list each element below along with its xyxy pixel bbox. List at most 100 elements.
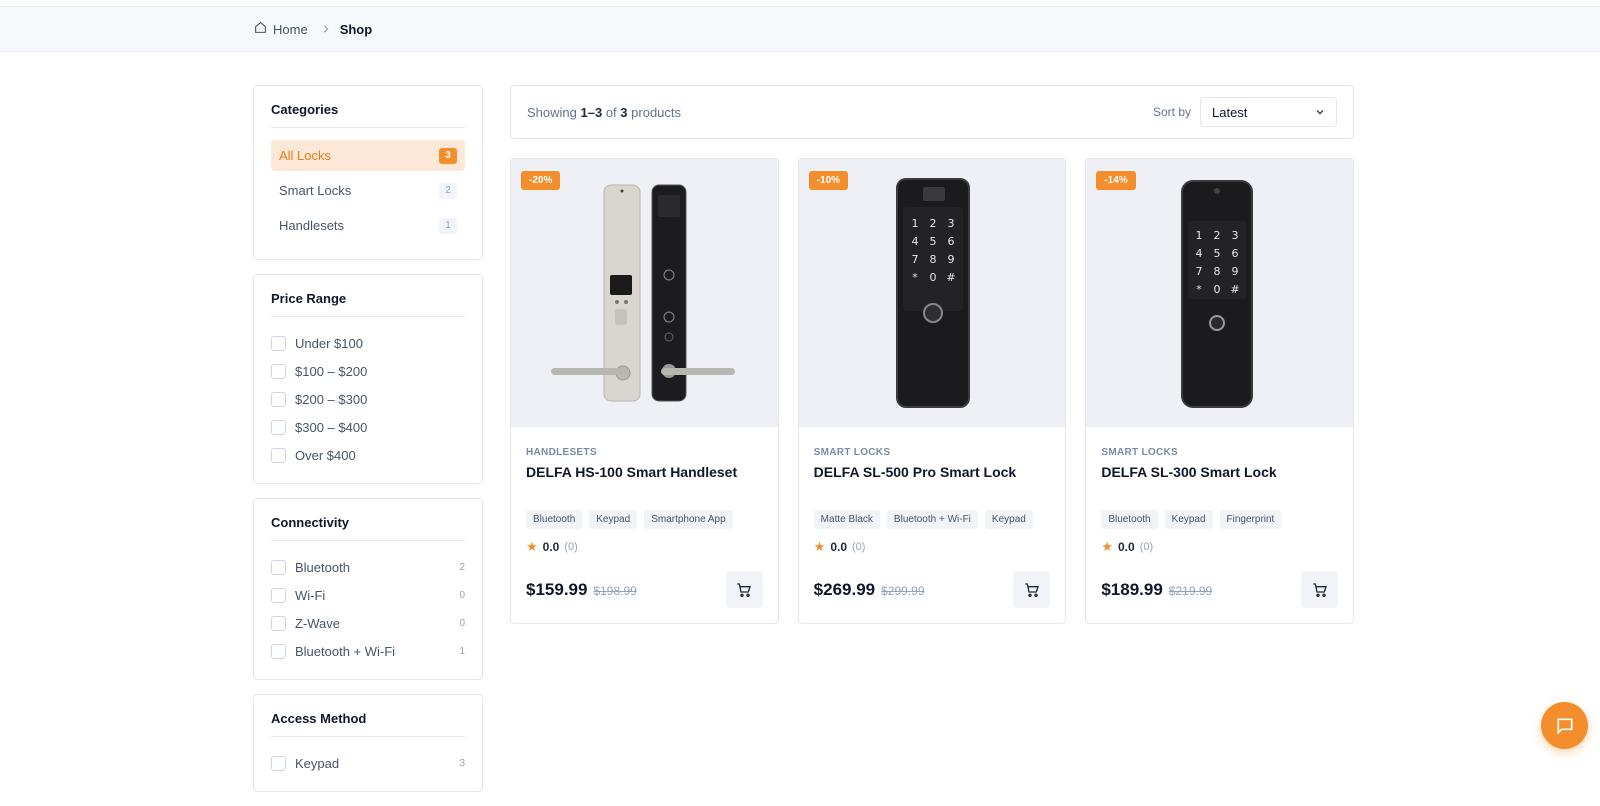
product-category: HANDLESETS	[526, 447, 597, 458]
product-price: $159.99	[526, 579, 588, 599]
connectivity-option-zwave[interactable]: Z-Wave 0	[271, 609, 465, 637]
price-row: $159.99 $198.99	[526, 571, 763, 608]
product-info: HANDLESETS DELFA HS-100 Smart Handleset …	[511, 427, 778, 608]
category-label: All Locks	[279, 148, 332, 163]
checkbox[interactable]	[271, 755, 286, 771]
product-image[interactable]: -10% 1 2 3 4 5 6 7 8 9 * 0 #	[798, 159, 1066, 427]
checkbox[interactable]	[271, 419, 286, 435]
keypad-key: 7	[1196, 265, 1203, 278]
checkbox[interactable]	[271, 559, 286, 575]
checkbox[interactable]	[271, 363, 286, 379]
price-option-200-300[interactable]: $200 – $300	[271, 385, 465, 413]
star-icon: ★	[813, 539, 826, 554]
product-card[interactable]: -14% 1 2 3 4 5 6 7 8 9 * 0 # SMART LOCKS DELFA SL-3…	[1085, 158, 1355, 624]
product-tags: Bluetooth Keypad Smartphone App	[526, 510, 763, 529]
rating-value: 0.0	[830, 540, 848, 554]
review-count: (0)	[852, 541, 866, 553]
discount-badge: -20%	[521, 171, 561, 190]
chat-button[interactable]	[1541, 702, 1588, 749]
add-to-cart-button[interactable]	[725, 571, 763, 608]
product-old-price: $299.99	[881, 583, 925, 598]
smart-lock-pro-image: 1 2 3 4 5 6 7 8 9 * 0 #	[895, 178, 970, 408]
rating-value: 0.0	[542, 540, 560, 554]
category-all-locks[interactable]: All Locks 3	[271, 140, 465, 171]
cart-icon	[1312, 582, 1327, 597]
showing-prefix: Showing	[527, 104, 577, 120]
keypad-key: 4	[1196, 247, 1203, 260]
checkbox[interactable]	[271, 587, 286, 603]
product-grid: -20% HANDLESETS DELFA HS-100 Smart Handl…	[510, 158, 1355, 624]
product-image[interactable]: -14% 1 2 3 4 5 6 7 8 9 * 0 #	[1086, 159, 1354, 427]
breadcrumb-home-link[interactable]: Home	[254, 21, 308, 37]
price-option-100-200[interactable]: $100 – $200	[271, 357, 465, 385]
product-rating: ★ 0.0 (0)	[526, 539, 763, 555]
connectivity-option-bluetooth-wifi[interactable]: Bluetooth + Wi-Fi 1	[271, 637, 465, 665]
price-row: $189.99 $219.99	[1101, 571, 1339, 608]
product-title[interactable]: DELFA HS-100 Smart Handleset	[526, 464, 763, 502]
product-price: $269.99	[813, 579, 876, 599]
connectivity-option-wifi[interactable]: Wi-Fi 0	[271, 581, 465, 609]
category-count: 3	[439, 147, 457, 164]
product-image[interactable]: -20%	[511, 159, 778, 427]
add-to-cart-button[interactable]	[1013, 571, 1051, 608]
breadcrumb: Home Shop	[254, 21, 372, 37]
keypad-key: 9	[1232, 265, 1239, 278]
price-option-under-100[interactable]: Under $100	[271, 329, 465, 357]
showing-suffix: products	[631, 104, 682, 120]
product-tag: Smartphone App	[644, 510, 733, 529]
sort-value: Latest	[1212, 104, 1248, 120]
add-to-cart-button[interactable]	[1301, 571, 1339, 608]
discount-badge: -14%	[1096, 171, 1136, 190]
product-tag: Bluetooth	[1101, 510, 1158, 529]
price-option-300-400[interactable]: $300 – $400	[271, 413, 465, 441]
keypad-key: 4	[911, 235, 918, 248]
price-range-panel: Price Range Under $100 $100 – $200 $200 …	[253, 274, 483, 484]
keypad-key: #	[946, 271, 955, 284]
checkbox[interactable]	[271, 447, 286, 463]
checkbox[interactable]	[271, 615, 286, 631]
showing-range: 1–3	[580, 104, 603, 120]
price-range-title: Price Range	[271, 291, 465, 317]
option-label: Keypad	[295, 755, 340, 771]
product-card[interactable]: -10% 1 2 3 4 5 6 7 8 9 * 0 # SMART LOCKS DELFA SL-5…	[797, 158, 1067, 624]
handleset-image	[551, 184, 735, 402]
connectivity-title: Connectivity	[271, 515, 465, 541]
category-handlesets[interactable]: Handlesets 1	[271, 210, 465, 241]
option-count: 0	[459, 617, 465, 629]
star-icon: ★	[526, 539, 538, 554]
price-row: $269.99 $299.99	[814, 571, 1051, 608]
price-option-over-400[interactable]: Over $400	[271, 441, 465, 469]
discount-badge: -10%	[808, 171, 849, 190]
keypad-key: 3	[947, 217, 954, 230]
product-title[interactable]: DELFA SL-300 Smart Lock	[1101, 464, 1338, 502]
access-option-keypad[interactable]: Keypad 3	[271, 749, 465, 777]
chevron-down-icon	[1315, 105, 1325, 120]
keypad-key: 5	[1214, 247, 1221, 260]
results-toolbar: Showing 1–3 of 3 products Sort by Latest	[510, 85, 1354, 139]
keypad-key: *	[912, 271, 918, 284]
product-tags: Bluetooth Keypad Fingerprint	[1101, 510, 1338, 529]
checkbox[interactable]	[271, 335, 286, 351]
option-label: $300 – $400	[295, 419, 368, 435]
sort-select[interactable]: Latest	[1200, 97, 1337, 127]
keypad-key: 6	[947, 235, 954, 248]
option-count: 3	[459, 757, 465, 769]
product-title[interactable]: DELFA SL-500 Pro Smart Lock	[814, 464, 1051, 502]
option-label: Over $400	[295, 447, 356, 463]
keypad-key: 2	[1214, 229, 1221, 242]
category-smart-locks[interactable]: Smart Locks 2	[271, 175, 465, 206]
breadcrumb-bar: Home Shop	[0, 7, 1600, 52]
chevron-right-icon	[322, 25, 330, 33]
connectivity-option-bluetooth[interactable]: Bluetooth 2	[271, 553, 465, 581]
results-count: Showing 1–3 of 3 products	[527, 105, 681, 120]
product-card[interactable]: -20% HANDLESETS DELFA HS-100 Smart Handl…	[510, 158, 779, 624]
sort-label: Sort by	[1152, 105, 1191, 119]
product-tag: Keypad	[1164, 510, 1213, 529]
option-label: Bluetooth + Wi-Fi	[295, 643, 396, 659]
option-label: Wi-Fi	[295, 587, 326, 603]
top-divider	[0, 0, 1600, 7]
showing-total: 3	[620, 104, 628, 120]
checkbox[interactable]	[271, 643, 286, 659]
keypad-key: 2	[929, 217, 936, 230]
checkbox[interactable]	[271, 391, 286, 407]
